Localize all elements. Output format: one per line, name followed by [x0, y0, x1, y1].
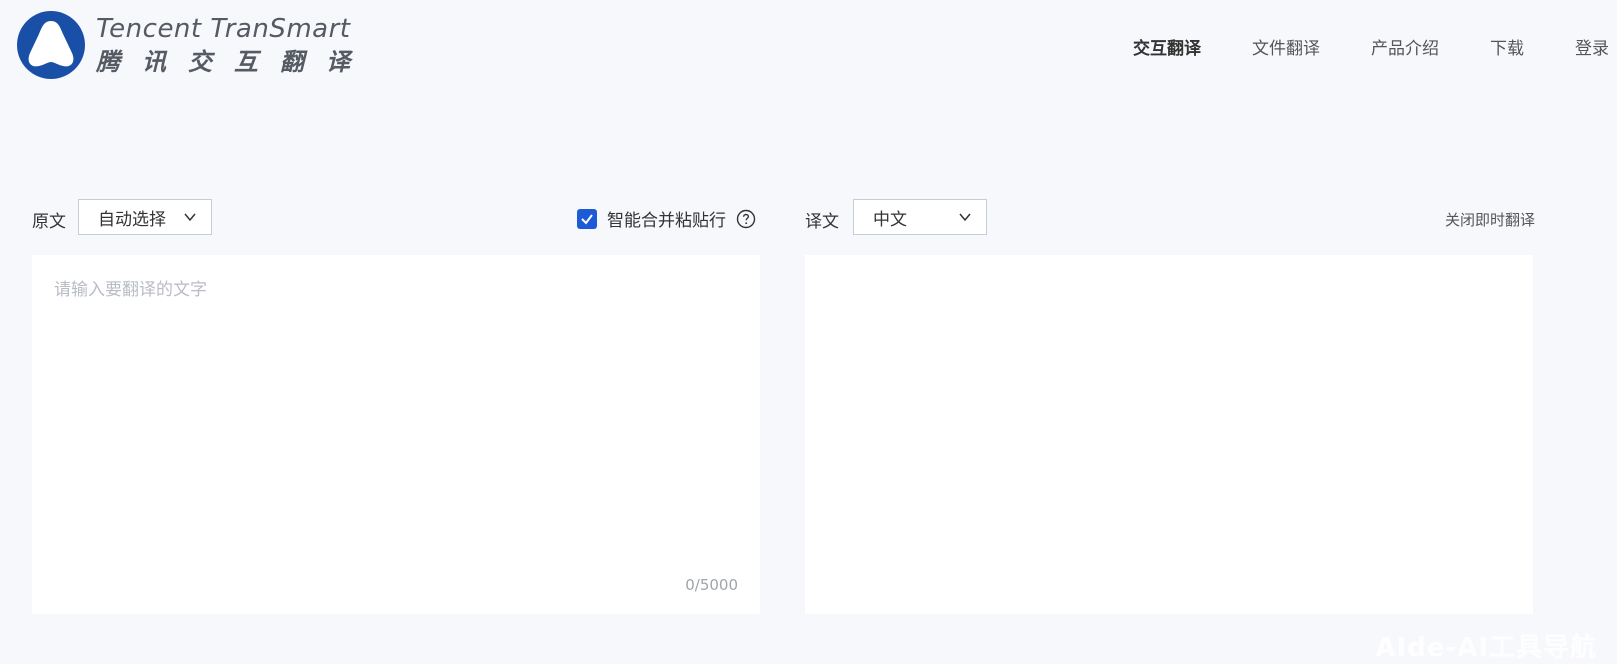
translation-output — [805, 255, 1533, 614]
question-circle-icon[interactable] — [736, 209, 756, 229]
source-language-select[interactable]: 自动选择 — [78, 199, 212, 235]
nav-item-interactive-translate[interactable]: 交互翻译 — [1133, 34, 1201, 59]
target-language-value: 中文 — [873, 209, 907, 230]
brand-text: Tencent TranSmart 腾讯交互翻译 — [96, 16, 372, 74]
nav-item-download[interactable]: 下载 — [1490, 34, 1524, 59]
source-panel: 0/5000 — [32, 255, 760, 614]
top-nav: 交互翻译 文件翻译 产品介绍 下载 登录 — [1082, 34, 1617, 59]
watermark: AIde-AI工具导航 — [1375, 633, 1597, 663]
smart-merge-option[interactable]: 智能合并粘贴行 — [577, 206, 756, 231]
header: Tencent TranSmart 腾讯交互翻译 交互翻译 文件翻译 产品介绍 … — [0, 0, 1617, 96]
check-icon — [581, 213, 593, 225]
brand-name-en: Tencent TranSmart — [96, 14, 351, 44]
source-language-value: 自动选择 — [98, 209, 166, 230]
brand-name-cn: 腾讯交互翻译 — [96, 48, 372, 76]
translate-toolbar: 原文 自动选择 智能合并粘贴行 译文 中文 关闭即时翻译 — [0, 199, 1617, 237]
instant-translate-toggle[interactable]: 关闭即时翻译 — [1445, 209, 1535, 230]
target-label: 译文 — [805, 212, 839, 232]
chevron-down-icon — [184, 213, 196, 222]
tencent-transmart-logo-icon — [17, 11, 85, 79]
chevron-down-icon — [959, 213, 971, 222]
source-label: 原文 — [32, 212, 66, 232]
brand-logo[interactable]: Tencent TranSmart 腾讯交互翻译 — [16, 10, 372, 80]
nav-item-product-intro[interactable]: 产品介绍 — [1371, 34, 1439, 59]
smart-merge-label: 智能合并粘贴行 — [607, 211, 726, 231]
nav-item-file-translate[interactable]: 文件翻译 — [1252, 34, 1320, 59]
source-text-input[interactable] — [32, 255, 760, 614]
target-language-select[interactable]: 中文 — [853, 199, 987, 235]
smart-merge-checkbox[interactable] — [577, 208, 597, 229]
target-panel — [805, 255, 1533, 614]
nav-item-login[interactable]: 登录 — [1575, 34, 1609, 59]
char-count: 0/5000 — [685, 576, 738, 594]
